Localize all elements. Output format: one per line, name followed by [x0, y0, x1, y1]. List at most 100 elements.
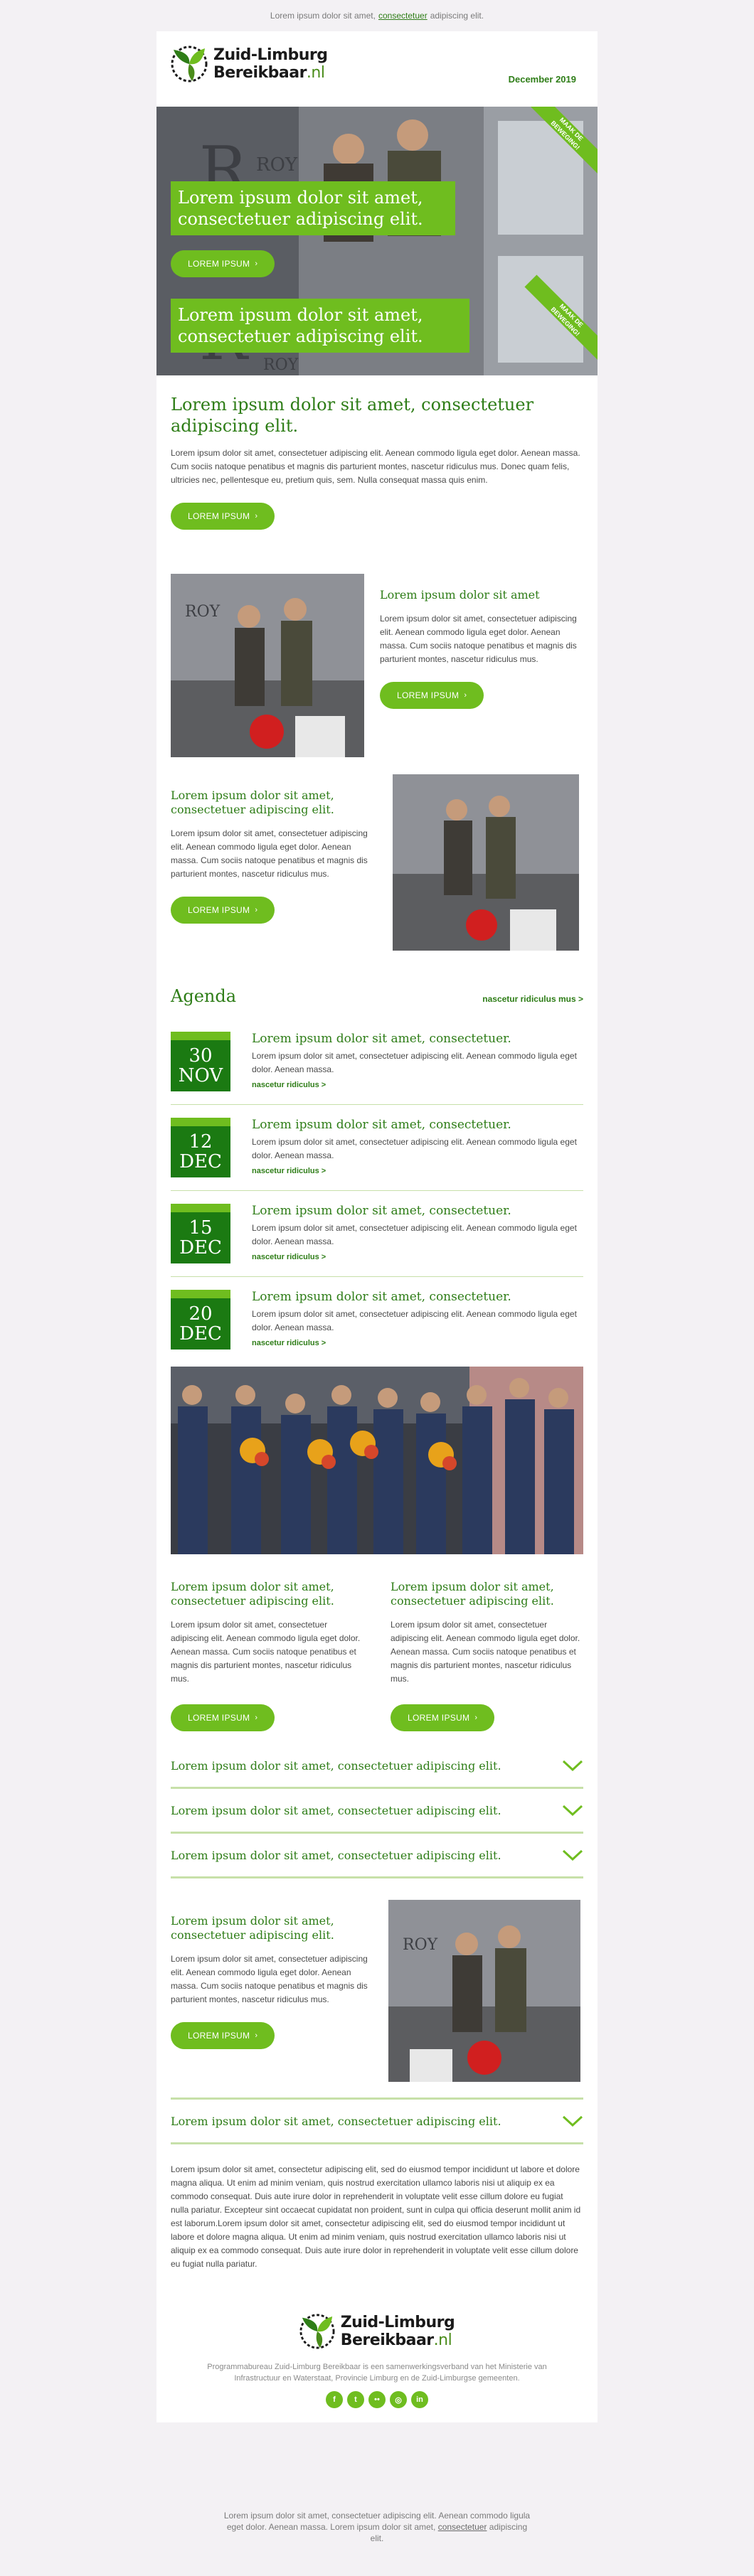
chevron-down-icon: [562, 1849, 583, 1861]
two-column-block: Lorem ipsum dolor sit amet, consectetuer…: [156, 1580, 598, 1731]
col-left-button[interactable]: LOREM IPSUM ›: [171, 1704, 275, 1731]
block3-text: Lorem ipsum dolor sit amet, consectetuer…: [171, 1954, 368, 2004]
hero-cta-button[interactable]: LOREM IPSUM ›: [171, 250, 275, 277]
block1-photo[interactable]: ROY: [171, 574, 364, 757]
hero-banner[interactable]: R ROY R ROY Lorem ipsum dolor sit amet, …: [156, 107, 598, 375]
chevron-right-icon: ›: [255, 906, 258, 914]
event-more-link[interactable]: nascetur ridiculus >: [252, 1253, 583, 1261]
intro-title: Lorem ipsum dolor sit amet, consectetuer…: [171, 395, 534, 436]
block3-button-label: LOREM IPSUM: [188, 2031, 250, 2041]
block1-photo-image: ROY: [171, 574, 364, 757]
event-more-link[interactable]: nascetur ridiculus >: [252, 1339, 583, 1347]
agenda-event[interactable]: 30 NOV Lorem ipsum dolor sit amet, consect…: [171, 1019, 583, 1105]
block3-title: Lorem ipsum dolor sit amet, consectetuer…: [171, 1914, 334, 1942]
column-right: Lorem ipsum dolor sit amet, consectetuer…: [391, 1580, 583, 1731]
accordion-group: Lorem ipsum dolor sit amet, consectetuer…: [156, 1744, 598, 1878]
accordion-item[interactable]: Lorem ipsum dolor sit amet, consectetuer…: [171, 1834, 583, 1878]
event-title: Lorem ipsum dolor sit amet, consectetuer…: [252, 1032, 511, 1046]
event-more-link[interactable]: nascetur ridiculus >: [252, 1167, 583, 1175]
hero-headline-1: Lorem ipsum dolor sit amet, consectetuer…: [171, 181, 455, 235]
event-date-badge: 12 DEC: [171, 1118, 230, 1177]
accordion-title: Lorem ipsum dolor sit amet, consectetuer…: [171, 2114, 501, 2128]
image-text-block-2: Lorem ipsum dolor sit amet, consectetuer…: [156, 774, 598, 951]
col-right-button[interactable]: LOREM IPSUM ›: [391, 1704, 495, 1731]
hero-cta-label: LOREM IPSUM: [188, 259, 250, 269]
event-more-link[interactable]: nascetur ridiculus >: [252, 1081, 583, 1089]
block3-photo-image: ROY: [388, 1900, 580, 2082]
footer-brand-line-2: Bereikbaar: [340, 2331, 434, 2349]
accordion-title: Lorem ipsum dolor sit amet, consectetuer…: [171, 1803, 501, 1817]
hero-headline-2: Lorem ipsum dolor sit amet, consectetuer…: [171, 299, 469, 353]
image-text-block-1: ROY Lorem ipsum dolor sit amet Lorem ips…: [156, 574, 598, 757]
group-photo-block: [156, 1367, 598, 1554]
instagram-icon[interactable]: ◎: [390, 2391, 407, 2408]
event-text: Lorem ipsum dolor sit amet, consectetuer…: [252, 1051, 577, 1074]
svg-text:ROY: ROY: [403, 1936, 438, 1954]
linkedin-icon[interactable]: in: [411, 2391, 428, 2408]
brand-logo[interactable]: Zuid-Limburg Bereikbaar.nl: [171, 46, 328, 82]
intro-button[interactable]: LOREM IPSUM ›: [171, 503, 275, 530]
twitter-icon[interactable]: t: [347, 2391, 364, 2408]
event-day: 12: [188, 1131, 213, 1153]
block2-title: Lorem ipsum dolor sit amet, consectetuer…: [171, 789, 334, 816]
agenda-section: Agenda nascetur ridiculus mus > 30 NOV Lor…: [156, 986, 598, 1362]
block2-button[interactable]: LOREM IPSUM ›: [171, 897, 275, 924]
accordion-item[interactable]: Lorem ipsum dolor sit amet, consectetuer…: [171, 2097, 583, 2144]
block3-button[interactable]: LOREM IPSUM ›: [171, 2022, 275, 2049]
brand-suffix: .nl: [306, 64, 325, 82]
event-month: DEC: [179, 1237, 222, 1258]
issue-date: December 2019: [508, 74, 576, 85]
block3-photo[interactable]: ROY: [388, 1900, 580, 2082]
footer-wordmark: Zuid-Limburg Bereikbaar.nl: [341, 2314, 455, 2349]
event-text: Lorem ipsum dolor sit amet, consectetuer…: [252, 1309, 577, 1332]
svg-text:ROY: ROY: [256, 154, 298, 176]
agenda-event[interactable]: 20 DEC Lorem ipsum dolor sit amet, consect…: [171, 1277, 583, 1362]
footer-logo[interactable]: Zuid-Limburg Bereikbaar.nl: [299, 2314, 455, 2349]
intro-section: Lorem ipsum dolor sit amet, consectetuer…: [156, 394, 598, 530]
accordion-item[interactable]: Lorem ipsum dolor sit amet, consectetuer…: [171, 1744, 583, 1789]
col-right-text: Lorem ipsum dolor sit amet, consectetuer…: [391, 1620, 580, 1684]
event-day: 20: [188, 1303, 213, 1325]
social-links: f t •• ◎ in: [171, 2391, 583, 2408]
postfooter-link[interactable]: consectetuer: [438, 2522, 487, 2532]
event-title: Lorem ipsum dolor sit amet, consectetuer…: [252, 1290, 511, 1304]
column-left: Lorem ipsum dolor sit amet, consectetuer…: [171, 1580, 363, 1731]
svg-text:ROY: ROY: [263, 356, 299, 374]
event-text: Lorem ipsum dolor sit amet, consectetuer…: [252, 1137, 577, 1160]
event-month: NOV: [178, 1065, 223, 1086]
brand-wordmark: Zuid-Limburg Bereikbaar.nl: [213, 46, 328, 82]
event-title: Lorem ipsum dolor sit amet, consectetuer…: [252, 1118, 511, 1132]
agenda-event[interactable]: 15 DEC Lorem ipsum dolor sit amet, consect…: [171, 1191, 583, 1277]
col-right-button-label: LOREM IPSUM: [408, 1713, 470, 1723]
facebook-icon[interactable]: f: [326, 2391, 343, 2408]
accordion-title: Lorem ipsum dolor sit amet, consectetuer…: [171, 1758, 501, 1773]
block1-title: Lorem ipsum dolor sit amet: [380, 588, 540, 602]
logo-mark-icon: [299, 2314, 335, 2349]
col-left-text: Lorem ipsum dolor sit amet, consectetuer…: [171, 1620, 361, 1684]
block1-button[interactable]: LOREM IPSUM ›: [380, 682, 484, 709]
postfooter: Lorem ipsum dolor sit amet, consectetuer…: [156, 2493, 598, 2576]
footer-brand-line-1: Zuid-Limburg: [340, 2314, 455, 2331]
agenda-event[interactable]: 12 DEC Lorem ipsum dolor sit amet, consect…: [171, 1105, 583, 1191]
col-left-title: Lorem ipsum dolor sit amet, consectetuer…: [171, 1580, 334, 1608]
group-photo-image: [171, 1367, 583, 1554]
chevron-right-icon: ›: [474, 1714, 478, 1722]
long-text: Lorem ipsum dolor sit amet, consectetur …: [171, 2164, 581, 2269]
event-month: DEC: [179, 1323, 222, 1345]
group-photo[interactable]: [171, 1367, 583, 1554]
image-text-block-3: Lorem ipsum dolor sit amet, consectetuer…: [156, 1900, 598, 2082]
preheader-link[interactable]: consectetuer: [378, 11, 428, 21]
intro-button-label: LOREM IPSUM: [188, 511, 250, 521]
accordion-item[interactable]: Lorem ipsum dolor sit amet, consectetuer…: [171, 1789, 583, 1834]
agenda-more-link[interactable]: nascetur ridiculus mus >: [482, 994, 583, 1004]
footer-text: Programmabureau Zuid-Limburg Bereikbaar …: [207, 2363, 547, 2383]
brand-line-1: Zuid-Limburg: [213, 46, 328, 64]
chevron-right-icon: ›: [255, 2031, 258, 2040]
long-text-block: Lorem ipsum dolor sit amet, consectetur …: [156, 2163, 598, 2271]
flickr-icon[interactable]: ••: [368, 2391, 386, 2408]
event-day: 15: [188, 1217, 213, 1239]
event-day: 30: [188, 1045, 213, 1067]
chevron-down-icon: [562, 2115, 583, 2127]
block1-button-label: LOREM IPSUM: [397, 690, 460, 700]
block2-photo[interactable]: [393, 774, 579, 951]
